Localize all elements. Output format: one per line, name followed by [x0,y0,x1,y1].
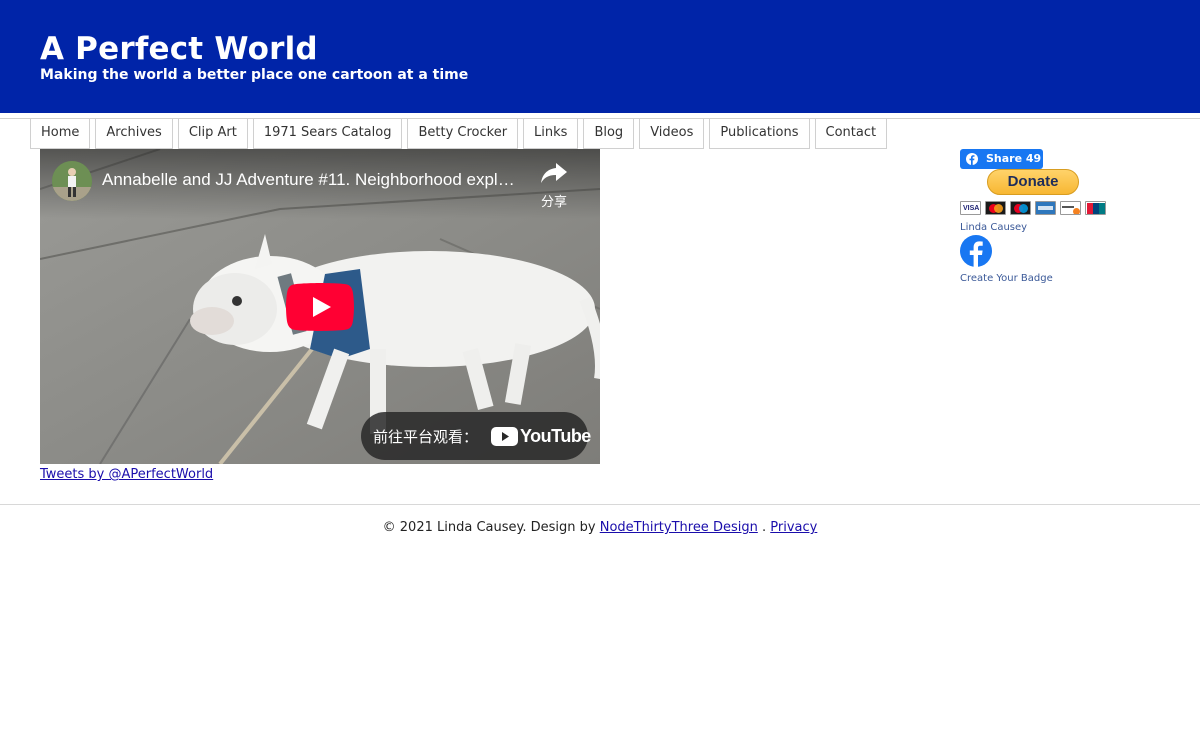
mastercard-icon [985,201,1006,215]
nav-tab-betty-crocker[interactable]: Betty Crocker [407,119,519,149]
facebook-badge-name[interactable]: Linda Causey [960,222,1027,233]
facebook-share-count: Share 49 [986,152,1042,165]
tweets-link[interactable]: Tweets by @APerfectWorld [40,467,213,482]
create-badge-link[interactable]: Create Your Badge [960,273,1053,284]
site-tagline: Making the world a better place one cart… [40,67,469,83]
youtube-logo: YouTube [491,426,591,446]
nav-tab-archives[interactable]: Archives [95,119,173,149]
paypal-donate-button[interactable]: Donate [987,169,1079,195]
footer-design-link[interactable]: NodeThirtyThree Design [600,520,758,535]
site-header: A Perfect World Making the world a bette… [0,0,1200,113]
share-arrow-icon[interactable] [540,161,568,185]
footer-copyright: © 2021 Linda Causey. Design by [382,520,596,535]
nav-tab-contact[interactable]: Contact [814,119,888,149]
payment-cards: VISA [960,201,1110,215]
visa-card-icon: VISA [960,201,981,215]
facebook-icon [966,153,978,165]
nav-tab-clip-art[interactable]: Clip Art [177,119,248,149]
play-button-icon[interactable] [286,283,354,331]
video-title[interactable]: Annabelle and JJ Adventure #11. Neighbor… [102,170,522,190]
channel-avatar[interactable] [52,161,92,201]
facebook-share-button[interactable]: Share 49 [960,149,1043,169]
footer-privacy-link[interactable]: Privacy [770,520,817,535]
maestro-icon [1010,201,1031,215]
avatar-image-icon [52,161,92,201]
facebook-logo-icon[interactable] [960,235,992,267]
nav-tab-links[interactable]: Links [523,119,579,149]
footer: © 2021 Linda Causey. Design by NodeThirt… [0,520,1200,535]
site-title[interactable]: A Perfect World [40,31,318,67]
nav-tab-home[interactable]: Home [30,119,91,149]
nav-tab-publications[interactable]: Publications [709,119,810,149]
watch-on-label: 前往平台观看： [373,428,479,446]
footer-divider [0,504,1200,505]
youtube-embed[interactable]: Annabelle and JJ Adventure #11. Neighbor… [40,149,600,464]
youtube-play-icon [491,426,518,446]
discover-icon [1060,201,1081,215]
nav-tab-sears-catalog[interactable]: 1971 Sears Catalog [252,119,403,149]
unionpay-icon [1085,201,1106,215]
main-nav: Home Archives Clip Art 1971 Sears Catalo… [30,119,892,149]
nav-tab-blog[interactable]: Blog [583,119,635,149]
footer-separator: . [761,520,767,535]
youtube-wordmark: YouTube [520,425,591,446]
watch-on-youtube-button[interactable]: 前往平台观看： YouTube [361,412,591,460]
amex-icon [1035,201,1056,215]
share-label[interactable]: 分享 [536,191,572,210]
nav-tab-videos[interactable]: Videos [639,119,705,149]
